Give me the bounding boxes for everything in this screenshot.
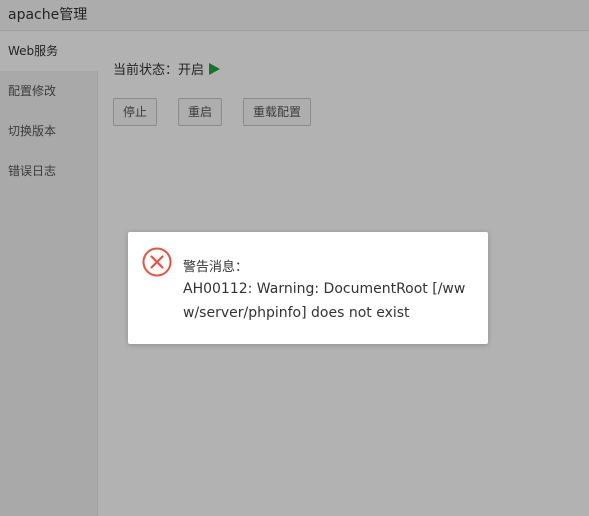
dialog-heading: 警告消息：	[183, 260, 249, 275]
error-x-icon	[142, 247, 172, 277]
warning-dialog: 警告消息： AH00112: Warning: DocumentRoot [/w…	[128, 232, 488, 344]
app-window: apache管理 Web服务 配置修改 切换版本 错误日志 当前状态：开启 停止…	[0, 0, 589, 516]
dialog-message: AH00112: Warning: DocumentRoot [/www/ser…	[183, 281, 466, 321]
